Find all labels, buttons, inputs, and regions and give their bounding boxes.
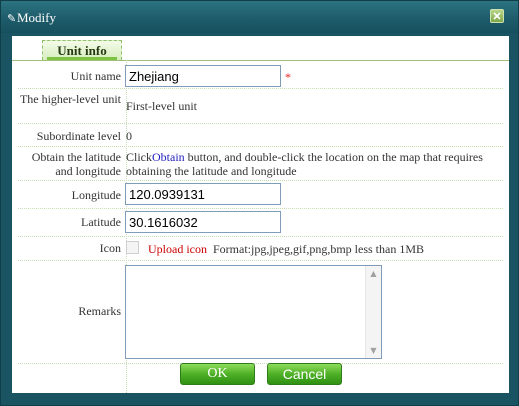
cancel-button[interactable]: Cancel (267, 363, 342, 385)
higher-level-label: The higher-level unit (19, 92, 121, 106)
longitude-row: Longitude (18, 181, 503, 209)
close-icon (493, 12, 501, 20)
dialog-titlebar[interactable]: ✎ Modify (1, 1, 518, 33)
subordinate-row: Subordinate level 0 (18, 124, 503, 147)
latitude-label: Latitude (81, 215, 121, 229)
higher-level-row: The higher-level unit First-level unit (18, 89, 503, 124)
format-hint: Format:jpg,jpeg,gif,png,bmp less than 1M… (213, 242, 424, 256)
longitude-input[interactable] (125, 183, 281, 205)
icon-row: Icon Upload icon Format:jpg,jpeg,gif,png… (18, 237, 503, 261)
scroll-down-icon[interactable]: ▼ (367, 344, 380, 357)
subordinate-value: 0 (126, 129, 132, 143)
obtain-row: Obtain the latitude and longitude ClickO… (18, 147, 503, 181)
tab-unit-info[interactable]: Unit info (42, 40, 122, 60)
upload-icon-link[interactable]: Upload icon (148, 242, 207, 257)
latitude-row: Latitude (18, 209, 503, 237)
dialog-content: Unit info Unit name * The higher-level u… (12, 36, 509, 393)
remarks-label: Remarks (78, 304, 121, 318)
pencil-icon: ✎ (7, 12, 17, 25)
unit-name-row: Unit name * (18, 61, 503, 89)
unit-name-input[interactable] (125, 65, 281, 87)
unit-name-label: Unit name (70, 69, 121, 83)
remarks-row: Remarks ▲ ▼ (18, 261, 503, 364)
subordinate-label: Subordinate level (36, 129, 121, 143)
required-mark: * (285, 70, 291, 84)
higher-level-value: First-level unit (126, 99, 197, 113)
close-button[interactable] (490, 9, 504, 23)
icon-label: Icon (99, 241, 121, 255)
latitude-input[interactable] (125, 211, 281, 233)
tab-underline (47, 57, 117, 60)
dialog-title: Modify (17, 10, 56, 25)
remarks-textarea[interactable]: ▲ ▼ (125, 265, 382, 359)
obtain-link[interactable]: Obtain (152, 150, 185, 164)
obtain-instructions: ClickObtain button, and double-click the… (126, 150, 501, 178)
modify-dialog: ✎ Modify Unit info Unit name * The highe… (0, 0, 519, 406)
tab-unit-info-label: Unit info (57, 43, 107, 58)
obtain-prefix: Click (126, 150, 152, 164)
ok-button[interactable]: OK (180, 363, 255, 385)
longitude-label: Longitude (71, 188, 121, 202)
obtain-label: Obtain the latitude and longitude (31, 150, 121, 178)
icon-checkbox[interactable] (126, 241, 139, 254)
remarks-scrollbar[interactable]: ▲ ▼ (365, 266, 381, 358)
scroll-up-icon[interactable]: ▲ (367, 267, 380, 280)
tab-strip: Unit info (12, 36, 509, 61)
